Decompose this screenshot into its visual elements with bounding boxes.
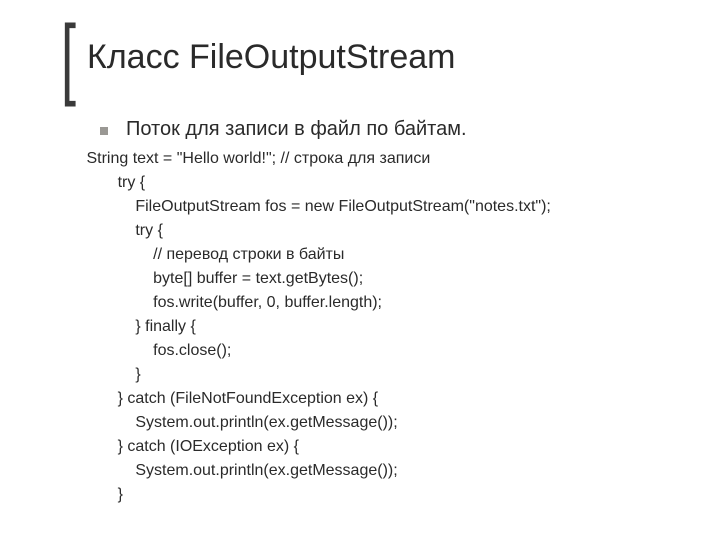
slide-title: Класс FileOutputStream (87, 38, 455, 77)
bracket-decoration: [ (61, 26, 76, 90)
title-area: [ Класс FileOutputStream (56, 28, 680, 92)
code-block: String text = "Hello world!"; // строка … (82, 147, 680, 507)
slide: [ Класс FileOutputStream Поток для запис… (0, 0, 720, 540)
bullet-text: Поток для записи в файл по байтам. (126, 118, 467, 141)
square-bullet-icon (100, 127, 108, 135)
bullet-item: Поток для записи в файл по байтам. (100, 118, 680, 141)
slide-body: Поток для записи в файл по байтам. Strin… (56, 118, 680, 507)
